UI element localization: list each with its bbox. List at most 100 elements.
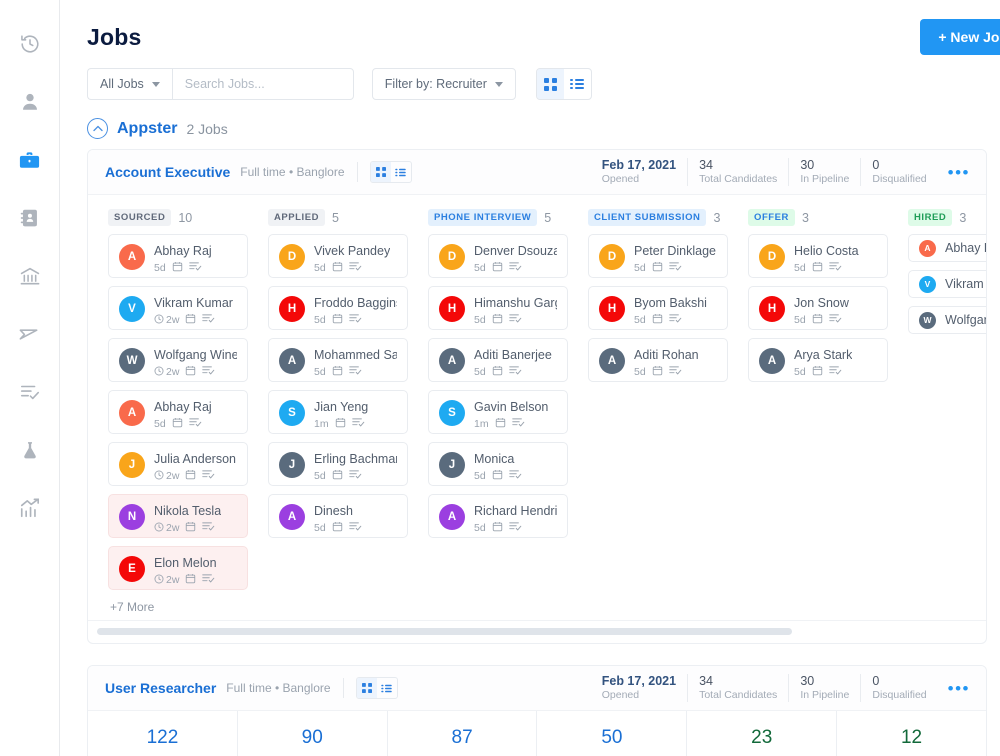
sidebar-item-flask[interactable] xyxy=(8,428,52,472)
notes-checklist-icon[interactable] xyxy=(349,313,362,327)
sidebar-item-checklist[interactable] xyxy=(8,370,52,414)
candidate-card[interactable]: VVikram Kumar Gour xyxy=(908,270,987,298)
grid-view-button[interactable] xyxy=(537,69,564,99)
notes-checklist-icon[interactable] xyxy=(509,313,522,327)
list-view-button[interactable] xyxy=(564,69,591,99)
calendar-icon[interactable] xyxy=(172,417,183,431)
notes-checklist-icon[interactable] xyxy=(202,469,215,483)
notes-checklist-icon[interactable] xyxy=(509,261,522,275)
calendar-icon[interactable] xyxy=(492,313,503,327)
notes-checklist-icon[interactable] xyxy=(352,417,365,431)
sidebar-item-briefcase[interactable] xyxy=(8,138,52,182)
notes-checklist-icon[interactable] xyxy=(669,365,682,379)
sidebar-item-growth-chart[interactable] xyxy=(8,486,52,530)
candidate-card[interactable]: SGavin Belson1m xyxy=(428,390,568,434)
calendar-icon[interactable] xyxy=(185,365,196,379)
calendar-icon[interactable] xyxy=(812,261,823,275)
calendar-icon[interactable] xyxy=(332,365,343,379)
candidate-card[interactable]: AAbhay Raj5d xyxy=(108,234,248,278)
scrollbar-track[interactable] xyxy=(97,628,977,635)
calendar-icon[interactable] xyxy=(492,365,503,379)
notes-checklist-icon[interactable] xyxy=(829,313,842,327)
calendar-icon[interactable] xyxy=(172,261,183,275)
candidate-card[interactable]: HByom Bakshi5d xyxy=(588,286,728,330)
sidebar-item-person[interactable] xyxy=(8,80,52,124)
notes-checklist-icon[interactable] xyxy=(349,261,362,275)
candidate-card[interactable]: VVikram Kumar Gour2w xyxy=(108,286,248,330)
candidate-card[interactable]: HJon Snow5d xyxy=(748,286,888,330)
calendar-icon[interactable] xyxy=(185,469,196,483)
list-view-button[interactable] xyxy=(377,678,397,698)
candidate-card[interactable]: ADinesh5d xyxy=(268,494,408,538)
notes-checklist-icon[interactable] xyxy=(669,313,682,327)
summary-cell-hired[interactable]: 12Hired xyxy=(836,711,986,756)
candidate-card[interactable]: DPeter Dinklage5d xyxy=(588,234,728,278)
calendar-icon[interactable] xyxy=(492,261,503,275)
company-group-header[interactable]: Appster 2 Jobs xyxy=(60,100,1000,149)
notes-checklist-icon[interactable] xyxy=(349,521,362,535)
more-options-icon[interactable]: ••• xyxy=(948,680,970,697)
candidate-card[interactable]: DVivek Pandey5d xyxy=(268,234,408,278)
candidate-card[interactable]: AMohammed Salah5d xyxy=(268,338,408,382)
candidate-card[interactable]: WWolfgang Winer xyxy=(908,306,987,334)
calendar-icon[interactable] xyxy=(185,521,196,535)
calendar-icon[interactable] xyxy=(652,261,663,275)
notes-checklist-icon[interactable] xyxy=(509,469,522,483)
candidate-card[interactable]: JJulia Anderson2w xyxy=(108,442,248,486)
notes-checklist-icon[interactable] xyxy=(669,261,682,275)
notes-checklist-icon[interactable] xyxy=(512,417,525,431)
candidate-card[interactable]: EElon Melon2w xyxy=(108,546,248,590)
calendar-icon[interactable] xyxy=(185,573,196,587)
candidate-card[interactable]: AAbhay Raj5d xyxy=(108,390,248,434)
notes-checklist-icon[interactable] xyxy=(829,365,842,379)
list-view-button[interactable] xyxy=(391,162,411,182)
grid-view-button[interactable] xyxy=(357,678,377,698)
calendar-icon[interactable] xyxy=(335,417,346,431)
filter-by-recruiter-dropdown[interactable]: Filter by: Recruiter xyxy=(372,68,516,100)
notes-checklist-icon[interactable] xyxy=(202,573,215,587)
notes-checklist-icon[interactable] xyxy=(202,313,215,327)
candidate-card[interactable]: WWolfgang Winer2w xyxy=(108,338,248,382)
sidebar-item-contact-book[interactable] xyxy=(8,196,52,240)
calendar-icon[interactable] xyxy=(492,521,503,535)
calendar-icon[interactable] xyxy=(332,469,343,483)
calendar-icon[interactable] xyxy=(652,365,663,379)
horizontal-scrollbar[interactable] xyxy=(88,620,986,643)
notes-checklist-icon[interactable] xyxy=(509,521,522,535)
calendar-icon[interactable] xyxy=(495,417,506,431)
notes-checklist-icon[interactable] xyxy=(189,261,202,275)
candidate-card[interactable]: AAditi Banerjee5d xyxy=(428,338,568,382)
job-title[interactable]: Account Executive xyxy=(105,164,230,180)
new-job-button[interactable]: + New Job xyxy=(920,19,1000,55)
notes-checklist-icon[interactable] xyxy=(349,365,362,379)
notes-checklist-icon[interactable] xyxy=(509,365,522,379)
candidate-card[interactable]: ARichard Hendrikcs5d xyxy=(428,494,568,538)
candidate-card[interactable]: DHelio Costa5d xyxy=(748,234,888,278)
grid-view-button[interactable] xyxy=(371,162,391,182)
calendar-icon[interactable] xyxy=(652,313,663,327)
notes-checklist-icon[interactable] xyxy=(202,365,215,379)
calendar-icon[interactable] xyxy=(492,469,503,483)
candidate-card[interactable]: AArya Stark5d xyxy=(748,338,888,382)
search-jobs-wrapper[interactable] xyxy=(172,68,354,100)
sidebar-item-bank[interactable] xyxy=(8,254,52,298)
more-options-icon[interactable]: ••• xyxy=(948,164,970,181)
show-more-link[interactable]: +7 More xyxy=(108,598,248,614)
notes-checklist-icon[interactable] xyxy=(829,261,842,275)
scrollbar-thumb[interactable] xyxy=(97,628,792,635)
calendar-icon[interactable] xyxy=(812,365,823,379)
sidebar-item-history[interactable] xyxy=(8,22,52,66)
all-jobs-dropdown[interactable]: All Jobs xyxy=(87,68,172,100)
candidate-card[interactable]: SJian Yeng1m xyxy=(268,390,408,434)
notes-checklist-icon[interactable] xyxy=(349,469,362,483)
candidate-card[interactable]: JMonica5d xyxy=(428,442,568,486)
candidate-card[interactable]: AAditi Rohan5d xyxy=(588,338,728,382)
notes-checklist-icon[interactable] xyxy=(189,417,202,431)
candidate-card[interactable]: NNikola Tesla2w xyxy=(108,494,248,538)
summary-cell-applied[interactable]: 90Applied xyxy=(237,711,387,756)
chevron-up-icon[interactable] xyxy=(87,118,108,139)
candidate-card[interactable]: JErling Bachman5d xyxy=(268,442,408,486)
candidate-card[interactable]: AAbhay Raj xyxy=(908,234,987,262)
calendar-icon[interactable] xyxy=(812,313,823,327)
summary-cell-offer[interactable]: 23Offer xyxy=(686,711,836,756)
